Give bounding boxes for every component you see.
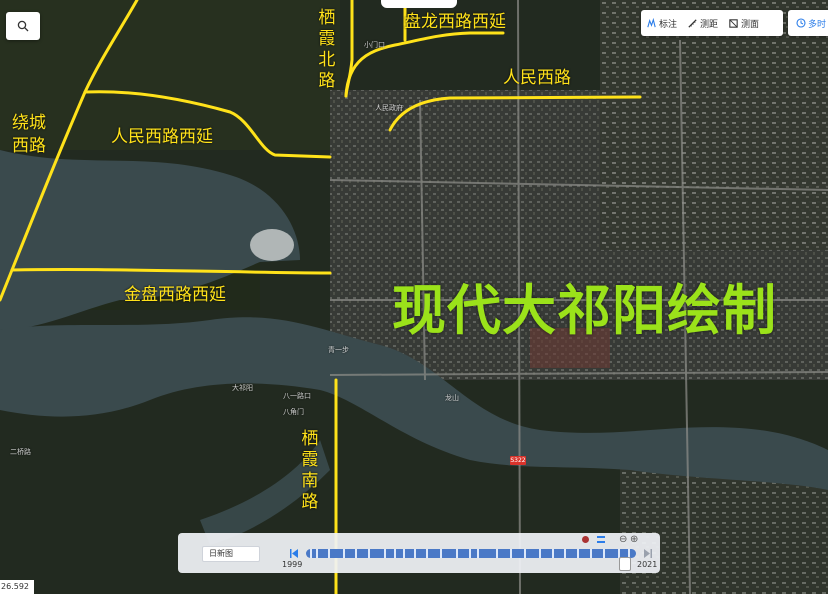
timeline-tick (590, 549, 592, 558)
timeline-tick (328, 549, 330, 558)
tool-marker-label: 标注 (659, 19, 678, 30)
timeline-tick (469, 549, 471, 558)
timeline-start-year: 1999 (282, 560, 303, 569)
timeline-tick (355, 549, 357, 558)
road-label-panlong-west-ext: 盘龙西路西延 (404, 12, 506, 32)
ruler-icon (688, 18, 697, 28)
timeline-track[interactable] (306, 549, 636, 558)
timeline-tick (552, 549, 554, 558)
history-imagery-button[interactable]: 多时 (788, 10, 828, 36)
timeline-tick (384, 549, 386, 558)
basemap-select[interactable]: 日新图 (202, 546, 260, 562)
skip-end-icon[interactable] (644, 549, 652, 558)
place-label: 龙山 (445, 394, 459, 402)
timeline-tick (403, 549, 405, 558)
timeline-tick (394, 549, 396, 558)
timeline-tick (577, 549, 579, 558)
timeline-handle[interactable] (619, 557, 631, 571)
timeline-tick (456, 549, 458, 558)
top-collapse-tab[interactable] (381, 0, 457, 8)
timeline-tick (316, 549, 318, 558)
timeline-tick (343, 549, 345, 558)
road-label-renmin-west: 人民西路 (503, 68, 571, 88)
list-icon[interactable] (597, 536, 605, 543)
tool-marker[interactable]: 标注 (641, 10, 682, 36)
timeline-tick (510, 549, 512, 558)
place-label: 八一路口 (283, 392, 311, 400)
clock-icon (796, 18, 806, 28)
timeline-tick (496, 549, 498, 558)
road-label-qixia-north: 栖霞北路 (314, 8, 335, 92)
timeline-tick (368, 549, 370, 558)
place-label: 小门口 (364, 41, 385, 49)
road-label-renmin-west-ext: 人民西路西延 (111, 127, 213, 147)
timeline-end-year: 2021 (637, 560, 658, 569)
imagery-timeline: 日新图 1999 2021 ⊖ ⊕ (178, 533, 660, 573)
coordinate-readout: 26.592 (0, 580, 34, 594)
tool-area[interactable]: 测面 (723, 10, 764, 36)
map-toolbar: 标注 测距 测面 (641, 10, 783, 36)
record-icon[interactable] (582, 536, 589, 543)
search-button[interactable] (6, 12, 40, 40)
history-imagery-label: 多时 (808, 19, 827, 30)
zoom-in-icon[interactable]: ⊕ (630, 534, 638, 545)
road-label-jinpan-west-ext: 金盘西路西延 (124, 285, 226, 305)
timeline-tick (440, 549, 442, 558)
timeline-tick (539, 549, 541, 558)
timeline-tick (524, 549, 526, 558)
area-icon (729, 18, 738, 28)
timeline-tick (564, 549, 566, 558)
timeline-tick (477, 549, 479, 558)
timeline-tick (414, 549, 416, 558)
timeline-tick (603, 549, 605, 558)
tool-ruler-label: 测距 (700, 19, 719, 30)
skip-start-icon[interactable] (290, 549, 298, 558)
place-label: 青一步 (328, 346, 349, 354)
place-label: 二桥路 (10, 448, 31, 456)
watermark-text: 现代大祁阳绘制 (392, 278, 777, 342)
place-label: 大祁阳 (232, 384, 253, 392)
place-label: 人民政府 (375, 104, 403, 112)
road-number-sign: S322 (510, 456, 526, 465)
timeline-tick (426, 549, 428, 558)
search-icon (17, 20, 29, 32)
timeline-tick (310, 549, 312, 558)
zoom-out-icon[interactable]: ⊖ (619, 534, 627, 545)
road-label-qixia-south: 栖霞南路 (297, 429, 318, 513)
place-label: 八角门 (283, 408, 304, 416)
tool-area-label: 测面 (741, 19, 760, 30)
marker-icon (647, 17, 656, 27)
road-label-raocheng-west: 绕城 西路 (12, 113, 46, 156)
tool-ruler[interactable]: 测距 (682, 10, 723, 36)
